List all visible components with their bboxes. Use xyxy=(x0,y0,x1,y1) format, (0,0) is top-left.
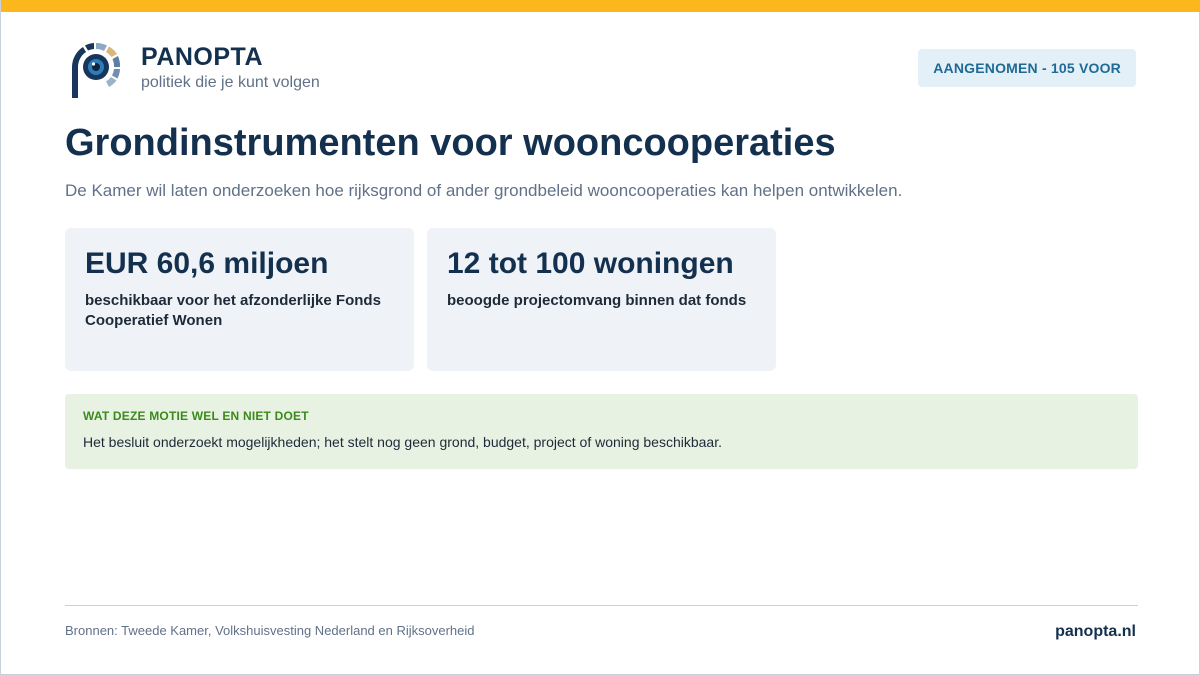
brand-name: PANOPTA xyxy=(141,43,264,71)
page-title: Grondinstrumenten voor wooncooperaties xyxy=(65,122,836,164)
brand: PANOPTA politiek die je kunt volgen xyxy=(69,40,320,100)
page-subtitle: De Kamer wil laten onderzoeken hoe rijks… xyxy=(65,181,903,200)
footer-divider xyxy=(65,605,1138,606)
status-badge: AANGENOMEN - 105 VOOR xyxy=(918,49,1136,87)
note-text: Het besluit onderzoekt mogelijkheden; he… xyxy=(83,434,722,450)
stat-label: beoogde projectomvang binnen dat fonds xyxy=(447,292,747,309)
motion-explainer-note: WAT DEZE MOTIE WEL EN NIET DOET Het besl… xyxy=(65,394,1138,469)
stat-label: beschikbaar voor het afzonderlijke Fonds… xyxy=(85,292,381,329)
site-link[interactable]: panopta.nl xyxy=(1055,623,1136,641)
share-card: PANOPTA politiek die je kunt volgen AANG… xyxy=(0,0,1200,675)
panopta-eye-logo-icon xyxy=(72,42,121,98)
sources-text: Bronnen: Tweede Kamer, Volkshuisvesting … xyxy=(65,623,475,638)
accent-bar xyxy=(1,0,1200,12)
stat-value: EUR 60,6 miljoen xyxy=(85,247,329,280)
stat-card-homes: 12 tot 100 woningen beoogde projectomvan… xyxy=(427,228,776,371)
note-heading: WAT DEZE MOTIE WEL EN NIET DOET xyxy=(83,409,309,423)
stat-value: 12 tot 100 woningen xyxy=(447,247,734,280)
stat-card-fund: EUR 60,6 miljoen beschikbaar voor het af… xyxy=(65,228,414,371)
brand-tagline: politiek die je kunt volgen xyxy=(141,74,320,91)
